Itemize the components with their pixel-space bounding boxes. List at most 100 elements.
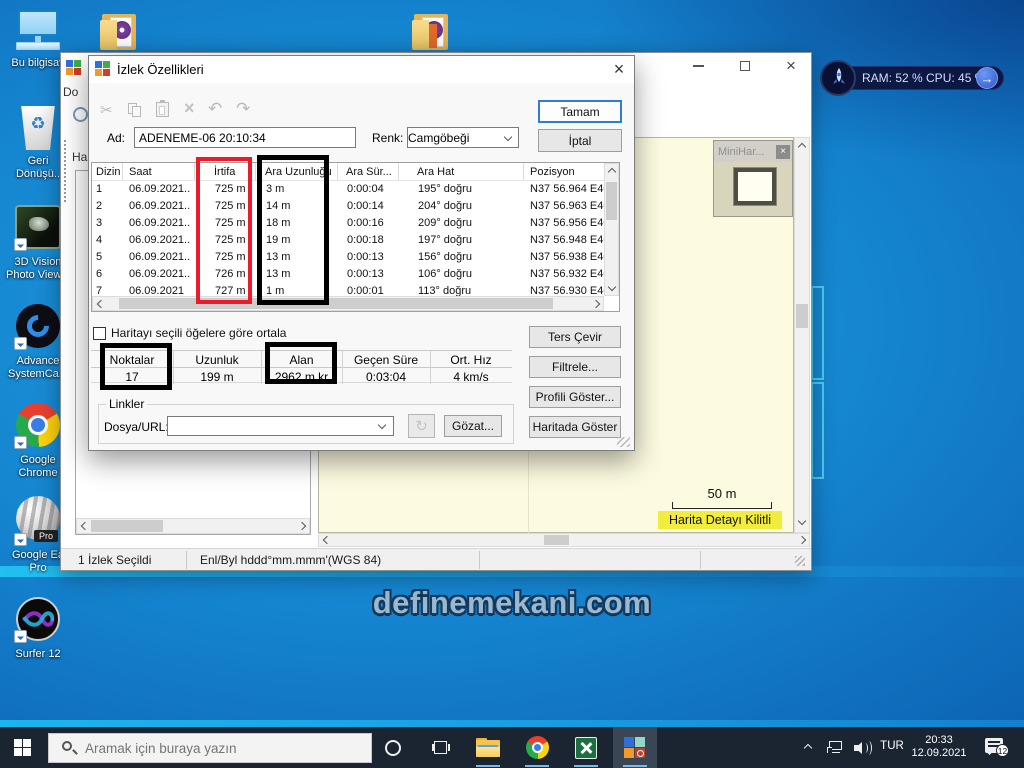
reverse-button[interactable]: Ters Çevir: [529, 326, 621, 348]
resize-grip[interactable]: [795, 556, 805, 566]
minimap-titlebar[interactable]: MiniHar... ×: [714, 141, 792, 162]
action-center-button[interactable]: 12: [974, 727, 1018, 768]
filter-button[interactable]: Filtrele...: [529, 356, 621, 378]
shortcut-arrow-icon: [14, 337, 27, 350]
maximize-button[interactable]: [730, 53, 760, 79]
close-icon: ×: [780, 146, 786, 157]
scrollbar-thumb[interactable]: [544, 535, 569, 545]
speaker-icon: [854, 741, 872, 755]
table-row[interactable]: 606.09.2021..726 m13 m0:00:13106° doğruN…: [92, 266, 604, 283]
map-gridline: [528, 438, 529, 534]
taskbar-map-app-active[interactable]: [613, 727, 657, 768]
taskbar-file-explorer[interactable]: [466, 727, 510, 768]
table-row[interactable]: 706.09.2021727 m1 m0:00:01113° doğruN37 …: [92, 283, 604, 296]
pro-chip: Pro: [34, 530, 58, 542]
minimize-button[interactable]: [683, 53, 713, 79]
cancel-button[interactable]: İptal: [538, 129, 622, 152]
tray-expand-button[interactable]: [793, 727, 823, 768]
col-header[interactable]: Saat: [123, 163, 194, 180]
table-row[interactable]: 206.09.2021..725 m14 m0:00:14204° doğruN…: [92, 198, 604, 215]
browse-button[interactable]: Gözat...: [444, 415, 502, 437]
show-on-map-button[interactable]: Haritada Göster: [529, 416, 621, 438]
tray-network[interactable]: [820, 727, 850, 768]
tab-partial[interactable]: Ha: [72, 150, 87, 164]
map-scale-label: 50 m: [672, 486, 772, 501]
watermark: definemekani.com: [0, 585, 1024, 621]
map-vscrollbar[interactable]: [794, 137, 810, 533]
running-indicator: [525, 765, 549, 768]
paste-icon[interactable]: [156, 102, 169, 117]
cancel-label: İptal: [569, 134, 592, 148]
scroll-right-icon: [798, 536, 806, 544]
panel-hscrollbar[interactable]: [76, 518, 310, 534]
decor-rect: [811, 286, 824, 380]
maximize-icon: [740, 61, 750, 71]
search-input[interactable]: [85, 741, 355, 756]
scroll-left-icon: [81, 522, 89, 530]
tray-language[interactable]: TUR: [876, 740, 908, 752]
copy-icon[interactable]: [128, 103, 142, 117]
scrollbar-thumb[interactable]: [119, 298, 553, 309]
dialog-close-button[interactable]: ×: [606, 57, 632, 81]
cortana-button[interactable]: [371, 727, 415, 768]
desktop-folder-icon[interactable]: [412, 8, 450, 52]
table-hscrollbar[interactable]: [92, 296, 604, 311]
center-map-checkbox[interactable]: [93, 327, 106, 340]
minimap-close-button[interactable]: ×: [776, 145, 790, 159]
table-row[interactable]: 306.09.2021..725 m18 m0:00:16209° doğruN…: [92, 215, 604, 232]
col-header[interactable]: Ara Hat: [399, 163, 523, 180]
tray-clock[interactable]: 20:33 12.09.2021: [908, 734, 970, 760]
tray-volume[interactable]: [848, 727, 878, 768]
shortcut-arrow-icon: [14, 533, 27, 546]
col-header[interactable]: Pozisyon: [524, 163, 604, 180]
undo-icon[interactable]: ↶: [208, 99, 222, 119]
widget-arrow-button[interactable]: →: [976, 67, 998, 89]
statusbar: 1 İzlek Seçildi Enl/Byl hddd°mm.mmm'(WGS…: [61, 548, 811, 570]
desktop-folder-icon[interactable]: [100, 8, 138, 52]
map-hscrollbar[interactable]: [318, 533, 810, 547]
ok-button[interactable]: Tamam: [538, 100, 622, 123]
taskbar-chrome[interactable]: [515, 727, 559, 768]
minimap-panel[interactable]: MiniHar... ×: [713, 140, 793, 217]
col-header[interactable]: Ara Uzunluğu: [256, 163, 337, 180]
delete-icon[interactable]: ×: [184, 98, 195, 119]
dialog-resize-grip[interactable]: [617, 437, 630, 447]
table-row[interactable]: 406.09.2021..725 m19 m0:00:18197° doğruN…: [92, 232, 604, 249]
name-input[interactable]: [134, 127, 356, 148]
wallpaper-beam: [0, 720, 1024, 727]
chevron-down-icon: [504, 132, 512, 140]
toolbar-drag-handle[interactable]: [64, 140, 66, 202]
taskbar-search[interactable]: [48, 733, 372, 763]
close-button[interactable]: ×: [776, 53, 806, 79]
scrollbar-thumb[interactable]: [796, 304, 808, 328]
table-row[interactable]: 106.09.2021..725 m3 m0:00:04195° doğruN3…: [92, 181, 604, 198]
scrollbar-thumb[interactable]: [606, 182, 617, 220]
refresh-button[interactable]: ↻: [408, 414, 435, 438]
col-header[interactable]: Dizin: [92, 163, 122, 180]
stat-value: 2962 m kr: [261, 370, 342, 384]
toolbar-button-partial[interactable]: [73, 107, 88, 122]
taskbar-excel[interactable]: [564, 727, 608, 768]
color-combobox[interactable]: Camgöbeği: [407, 127, 519, 148]
minimap-viewport[interactable]: [734, 168, 776, 205]
task-view-button[interactable]: [418, 727, 462, 768]
scroll-down-icon: [798, 517, 806, 525]
scroll-up-icon: [608, 168, 616, 176]
scrollbar-thumb[interactable]: [91, 520, 163, 532]
cut-icon[interactable]: ✂: [100, 101, 113, 119]
redo-icon[interactable]: ↷: [236, 99, 250, 119]
start-button[interactable]: [0, 727, 44, 768]
ram-cpu-widget[interactable]: RAM: 52 % CPU: 45 % →: [820, 58, 1004, 98]
notification-icon: 12: [985, 738, 1007, 757]
app-icon: [624, 737, 646, 759]
center-map-checkbox-label[interactable]: Haritayı seçili öğelere göre ortala: [111, 326, 286, 340]
col-header[interactable]: İrtifa: [195, 163, 255, 180]
file-url-combobox[interactable]: [167, 416, 394, 436]
minimap-title: MiniHar...: [714, 146, 776, 158]
table-row[interactable]: 506.09.2021..725 m13 m0:00:13156° doğruN…: [92, 249, 604, 266]
col-header[interactable]: Ara Sür...: [338, 163, 398, 180]
table-header-row: Dizin Saat İrtifa Ara Uzunluğu Ara Sür..…: [92, 163, 604, 181]
menu-partial[interactable]: Do: [63, 85, 78, 99]
table-vscrollbar[interactable]: [604, 163, 619, 296]
show-profile-button[interactable]: Profili Göster...: [529, 386, 621, 408]
